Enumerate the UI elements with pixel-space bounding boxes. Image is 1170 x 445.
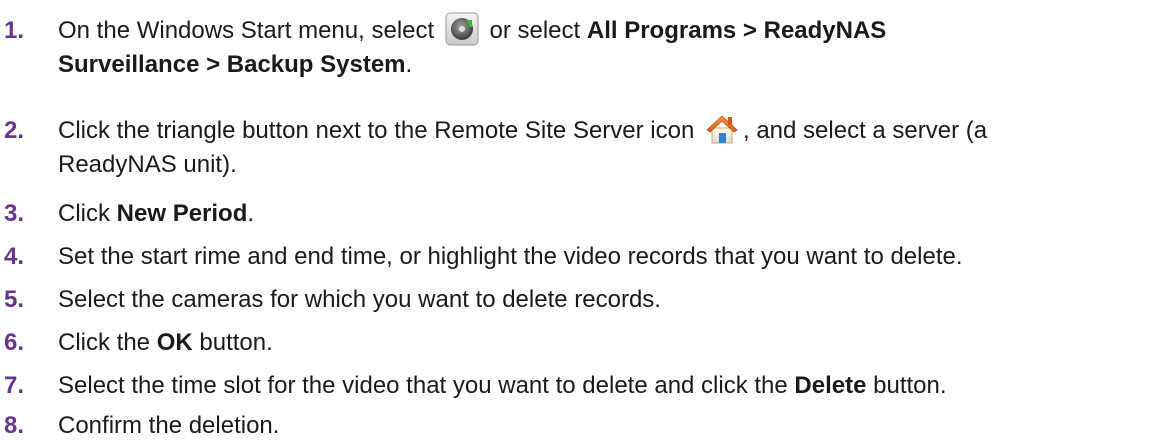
step-number: 1. [4,17,25,44]
step-text-part: ReadyNAS unit). [58,151,237,178]
step-number: 5. [4,286,25,313]
step-text-part: Click the [58,329,157,356]
step-number: 3. [4,200,25,227]
menu-path-bold: Surveillance > Backup System [58,51,406,78]
step-number: 4. [4,243,25,270]
step-text-part: Click [58,200,117,227]
step-text-part: Set the start rime and end time, or high… [58,243,963,270]
button-name-bold: New Period [116,200,248,227]
step-text-part: , and select a server (a [743,117,988,144]
backup-system-icon [445,12,479,46]
step-text-part: Click the triangle button next to the Re… [58,117,701,144]
step-text-part: or select [482,17,587,44]
step-text-part: Select the time slot for the video that … [58,372,795,399]
step-text: Click the OK button. [58,326,1158,360]
step-text: Click New Period. [58,197,1158,231]
step-text-part: button. [192,329,273,356]
step-text: Set the start rime and end time, or high… [58,240,1158,274]
step-number: 2. [4,117,25,144]
step-text-part: button. [866,372,947,399]
step-text: Select the time slot for the video that … [58,369,1158,403]
punctuation: . [247,200,255,227]
step-text: On the Windows Start menu, select or sel… [58,12,1158,48]
button-name-bold: Delete [794,372,867,399]
step-number: 8. [4,412,25,439]
step-text-part: Confirm the deletion. [58,412,280,439]
step-text-line-2: Surveillance > Backup System. [58,48,412,82]
step-number: 6. [4,329,25,356]
step-text: Confirm the deletion. [58,409,1158,443]
button-name-bold: OK [156,329,193,356]
step-number: 7. [4,372,25,399]
menu-path-bold: All Programs > ReadyNAS [586,17,887,44]
step-text-line-2: ReadyNAS unit). [58,148,237,182]
step-text: Click the triangle button next to the Re… [58,114,1158,148]
step-text-part: On the Windows Start menu, select [58,17,441,44]
step-text-part: Select the cameras for which you want to… [58,286,661,313]
remote-site-server-icon [705,112,739,146]
step-text: Select the cameras for which you want to… [58,283,1158,317]
punctuation: . [405,51,413,78]
